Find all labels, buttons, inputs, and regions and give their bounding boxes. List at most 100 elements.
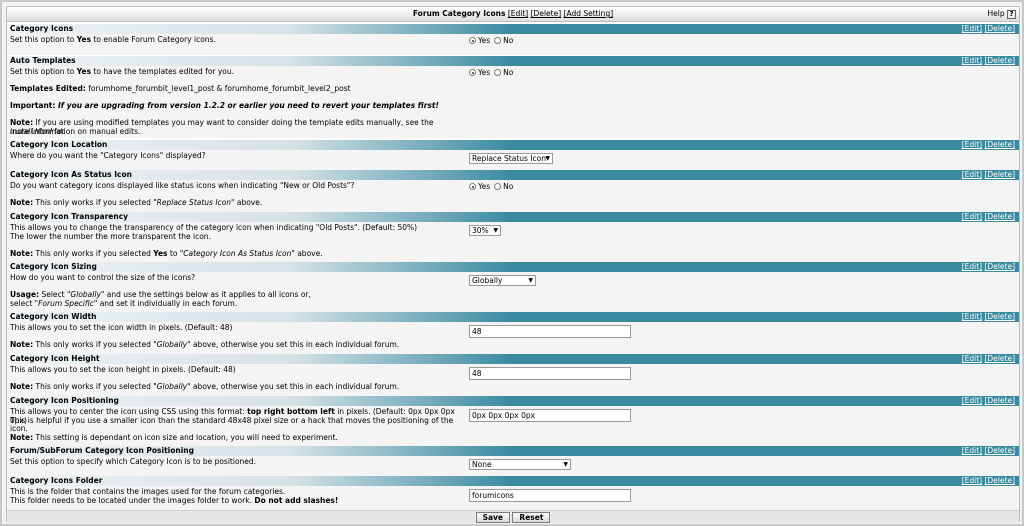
setting-description: Do you want category icons displayed lik… [10,181,460,208]
setting-edit-link[interactable]: [Edit] [962,140,982,149]
setting-edit-link[interactable]: [Edit] [962,24,982,33]
dropdown-value: None [472,460,492,469]
setting-description: How do you want to control the size of t… [10,273,460,308]
setting-delete-link[interactable]: [Delete] [985,24,1016,33]
setting-control: Globally ▼ [469,275,536,286]
radio-dot-icon [494,69,502,76]
setting-edit-link[interactable]: [Edit] [962,262,982,271]
text-input[interactable]: 0px 0px 0px 0px [469,409,631,422]
setting-header: Category Icon As Status Icon [Edit] [Dele… [7,170,1019,180]
setting-header: Category Icon Location [Edit] [Delete] [7,140,1019,150]
setting-header: Category Icons [Edit] [Delete] [7,24,1019,34]
setting-description: This is the folder that contains the ima… [10,487,460,505]
setting-control: 48 [469,367,631,380]
radio-no[interactable]: No [494,182,513,191]
setting-body: Set this option to Yes to have the templ… [7,66,1019,138]
setting-body: This allows you to set the icon width in… [7,322,1019,354]
setting-edit-link[interactable]: [Edit] [962,354,982,363]
window-frame: Forum Category Icons [Edit] [Delete] [Ad… [0,0,1024,526]
text-input[interactable]: forumicons [469,489,631,502]
radio-label: Yes [478,36,491,45]
setting-description: Set this option to Yes to have the templ… [10,67,460,136]
setting-7: Category Icon Width [Edit] [Delete] This a… [7,312,1019,354]
setting-actions: [Edit] [Delete] [962,212,1015,222]
setting-2: Auto Templates [Edit] [Delete] Set this op… [7,56,1019,138]
description-line: Important: If you are upgrading from ver… [10,101,439,110]
setting-delete-link[interactable]: [Delete] [985,212,1016,221]
radio-no[interactable]: No [494,36,513,45]
setting-actions: [Edit] [Delete] [962,170,1015,180]
setting-edit-link[interactable]: [Edit] [962,56,982,65]
setting-description: Set this option to Yes to enable Forum C… [10,35,460,45]
setting-title: Category Icon Width [10,312,97,321]
setting-header: Category Icon Sizing [Edit] [Delete] [7,262,1019,272]
description-line: Note: This only works if you selected "G… [10,340,400,349]
title-edit-link[interactable]: [Edit] [508,9,528,18]
save-button[interactable]: Save [475,512,511,523]
help-link[interactable]: Help ? [988,9,1016,19]
dropdown-select[interactable]: None ▼ [469,459,571,470]
setting-body: How do you want to control the size of t… [7,272,1019,313]
reset-button[interactable]: Reset [512,512,551,523]
description-line: This folder needs to be located under th… [10,495,339,505]
setting-description: This allows you to set the icon width in… [10,323,460,350]
setting-delete-link[interactable]: [Delete] [985,56,1016,65]
setting-control: forumicons [469,489,631,502]
description-line: This is helpful if you use a smaller ico… [10,415,454,433]
description-line: more information on manual edits. [10,126,141,136]
setting-edit-link[interactable]: [Edit] [962,396,982,405]
description-line: Templates Edited: forumhome_forumbit_lev… [10,84,351,93]
panel-title: Forum Category Icons [412,9,506,18]
radio-dot-icon [469,69,476,76]
setting-edit-link[interactable]: [Edit] [962,212,982,221]
setting-edit-link[interactable]: [Edit] [962,312,982,321]
setting-actions: [Edit] [Delete] [962,396,1015,406]
text-input[interactable]: 48 [469,367,631,380]
setting-description: This allows you to set the icon height i… [10,365,460,392]
settings-panel: Forum Category Icons [Edit] [Delete] [Ad… [6,6,1020,523]
setting-delete-link[interactable]: [Delete] [985,396,1016,405]
radio-dot-icon [494,37,502,44]
setting-control: Yes No [469,68,517,78]
description-line: Note: This only works if you selected "R… [10,198,263,207]
setting-description: This allows you to change the transparen… [10,223,460,258]
setting-body: This allows you to set the icon height i… [7,364,1019,396]
radio-yes[interactable]: Yes [469,68,490,77]
text-input[interactable]: 48 [469,325,631,338]
setting-title: Category Icon As Status Icon [10,170,132,179]
setting-delete-link[interactable]: [Delete] [985,312,1016,321]
setting-delete-link[interactable]: [Delete] [985,446,1016,455]
title-delete-link[interactable]: [Delete] [531,9,562,18]
description-line: How do you want to control the size of t… [10,273,196,282]
dropdown-select[interactable]: 30% ▼ [469,225,501,236]
setting-control: None ▼ [469,459,571,470]
dropdown-select[interactable]: Replace Status Icon ▼ [469,153,553,164]
description-line: Note: This setting is dependant on icon … [10,432,338,442]
setting-edit-link[interactable]: [Edit] [962,170,982,179]
description-line: This allows you to set the icon width in… [10,323,233,332]
setting-actions: [Edit] [Delete] [962,354,1015,364]
setting-6: Category Icon Sizing [Edit] [Delete] How d… [7,262,1019,313]
radio-no[interactable]: No [494,68,513,77]
radio-yes[interactable]: Yes [469,36,490,45]
radio-label: No [503,68,514,77]
radio-dot-icon [494,183,502,190]
radio-label: No [503,182,514,191]
setting-delete-link[interactable]: [Delete] [985,262,1016,271]
dropdown-value: 30% [472,226,489,235]
setting-header: Category Icon Width [Edit] [Delete] [7,312,1019,322]
description-line: Set this option to specify which Categor… [10,457,257,466]
setting-delete-link[interactable]: [Delete] [985,170,1016,179]
setting-delete-link[interactable]: [Delete] [985,476,1016,485]
radio-yes[interactable]: Yes [469,182,490,191]
radio-label: No [503,36,514,45]
setting-edit-link[interactable]: [Edit] [962,476,982,485]
description-line: The lower the number the more transparen… [10,231,211,241]
setting-description: Where do you want the "Category Icons" d… [10,151,460,161]
setting-delete-link[interactable]: [Delete] [985,140,1016,149]
setting-delete-link[interactable]: [Delete] [985,354,1016,363]
add-setting-link[interactable]: [Add Setting] [564,9,614,18]
setting-actions: [Edit] [Delete] [962,56,1015,66]
setting-edit-link[interactable]: [Edit] [962,446,982,455]
dropdown-select[interactable]: Globally ▼ [469,275,536,286]
